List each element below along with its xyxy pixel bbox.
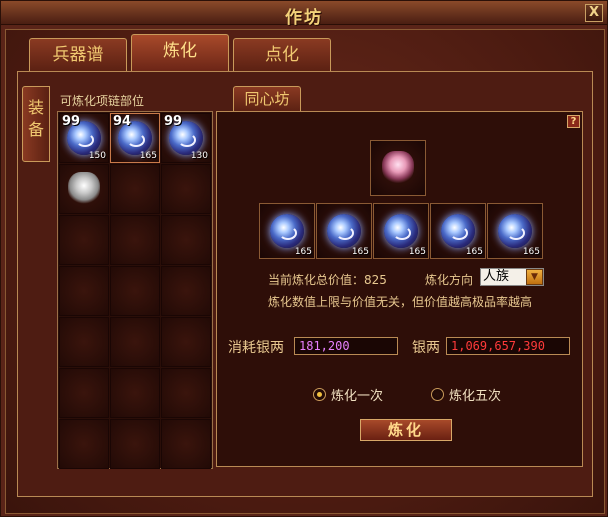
item-value: 165 [294, 247, 312, 257]
inventory-slot[interactable] [59, 317, 109, 367]
inventory-slot[interactable] [59, 215, 109, 265]
item-value: 165 [408, 247, 426, 257]
silver-value-field: 1,069,657,390 [446, 337, 570, 355]
material-slot[interactable]: 165 [487, 203, 543, 259]
refine-note: 炼化数值上限与价值无关，但价值越高极品率越高 [268, 295, 533, 309]
inventory-slot[interactable] [59, 368, 109, 418]
cost-label: 消耗银两 [228, 340, 284, 356]
inventory-slot[interactable] [161, 419, 211, 469]
tab-weapon-spectrum[interactable]: 兵器谱 [29, 38, 127, 72]
inventory-slot[interactable] [161, 317, 211, 367]
silver-label: 银两 [412, 340, 440, 356]
inventory-slot[interactable] [110, 368, 160, 418]
window-title: 作坊 [285, 8, 323, 28]
inventory-slot[interactable]: 99 130 [161, 113, 211, 163]
inventory-slot[interactable] [59, 266, 109, 316]
inventory-grid: 99 150 94 165 99 130 [57, 111, 213, 469]
inventory-slot[interactable] [161, 164, 211, 214]
material-slot[interactable]: 165 [373, 203, 429, 259]
item-count: 94 [113, 114, 132, 129]
inventory-slot[interactable] [161, 368, 211, 418]
necklace-icon [68, 172, 100, 206]
refine-once-radio[interactable] [313, 388, 326, 401]
chevron-down-icon[interactable]: ▼ [526, 269, 543, 285]
material-slot[interactable]: 165 [259, 203, 315, 259]
necklace-icon [382, 151, 414, 185]
item-value: 165 [465, 247, 483, 257]
sub-tab-concentric-workshop[interactable]: 同心坊 [233, 86, 301, 112]
refine-orb-icon [441, 214, 475, 248]
inventory-slot[interactable] [110, 419, 160, 469]
refine-orb-icon [498, 214, 532, 248]
item-count: 99 [164, 114, 183, 129]
inventory-slot[interactable] [110, 164, 160, 214]
close-button[interactable]: X [585, 4, 603, 22]
item-value: 150 [88, 151, 106, 161]
refine-button[interactable]: 炼化 [360, 419, 452, 441]
inventory-slot[interactable] [161, 215, 211, 265]
item-value: 165 [522, 247, 540, 257]
inventory-slot[interactable] [110, 317, 160, 367]
total-value-text: 当前炼化总价值：825 [268, 273, 387, 287]
inventory-slot[interactable] [161, 266, 211, 316]
inventory-label: 可炼化项链部位 [60, 94, 145, 108]
refine-orb-icon [384, 214, 418, 248]
tab-refine[interactable]: 炼化 [131, 34, 229, 72]
tab-enchant[interactable]: 点化 [233, 38, 331, 72]
title-bar[interactable]: 作坊 X [1, 1, 607, 28]
material-slot[interactable]: 165 [430, 203, 486, 259]
side-tab-equipment[interactable]: 装备 [22, 86, 50, 162]
material-slot[interactable]: 165 [316, 203, 372, 259]
inventory-slot[interactable] [110, 215, 160, 265]
refine-five-radio[interactable] [431, 388, 444, 401]
cost-value-field: 181,200 [294, 337, 398, 355]
inventory-slot[interactable]: 99 150 [59, 113, 109, 163]
item-value: 130 [190, 151, 208, 161]
refine-orb-icon [270, 214, 304, 248]
inventory-slot[interactable] [59, 164, 109, 214]
help-button[interactable]: ? [567, 115, 580, 128]
refine-once-label[interactable]: 炼化一次 [331, 385, 383, 404]
inventory-slot[interactable] [110, 266, 160, 316]
refine-five-label[interactable]: 炼化五次 [449, 385, 501, 404]
item-value: 165 [139, 151, 157, 161]
target-item-slot[interactable] [370, 140, 426, 196]
inventory-slot[interactable]: 94 165 [110, 113, 160, 163]
refine-orb-icon [327, 214, 361, 248]
direction-label: 炼化方向 [425, 273, 474, 287]
inventory-slot[interactable] [59, 419, 109, 469]
item-value: 165 [351, 247, 369, 257]
item-count: 99 [62, 114, 81, 129]
